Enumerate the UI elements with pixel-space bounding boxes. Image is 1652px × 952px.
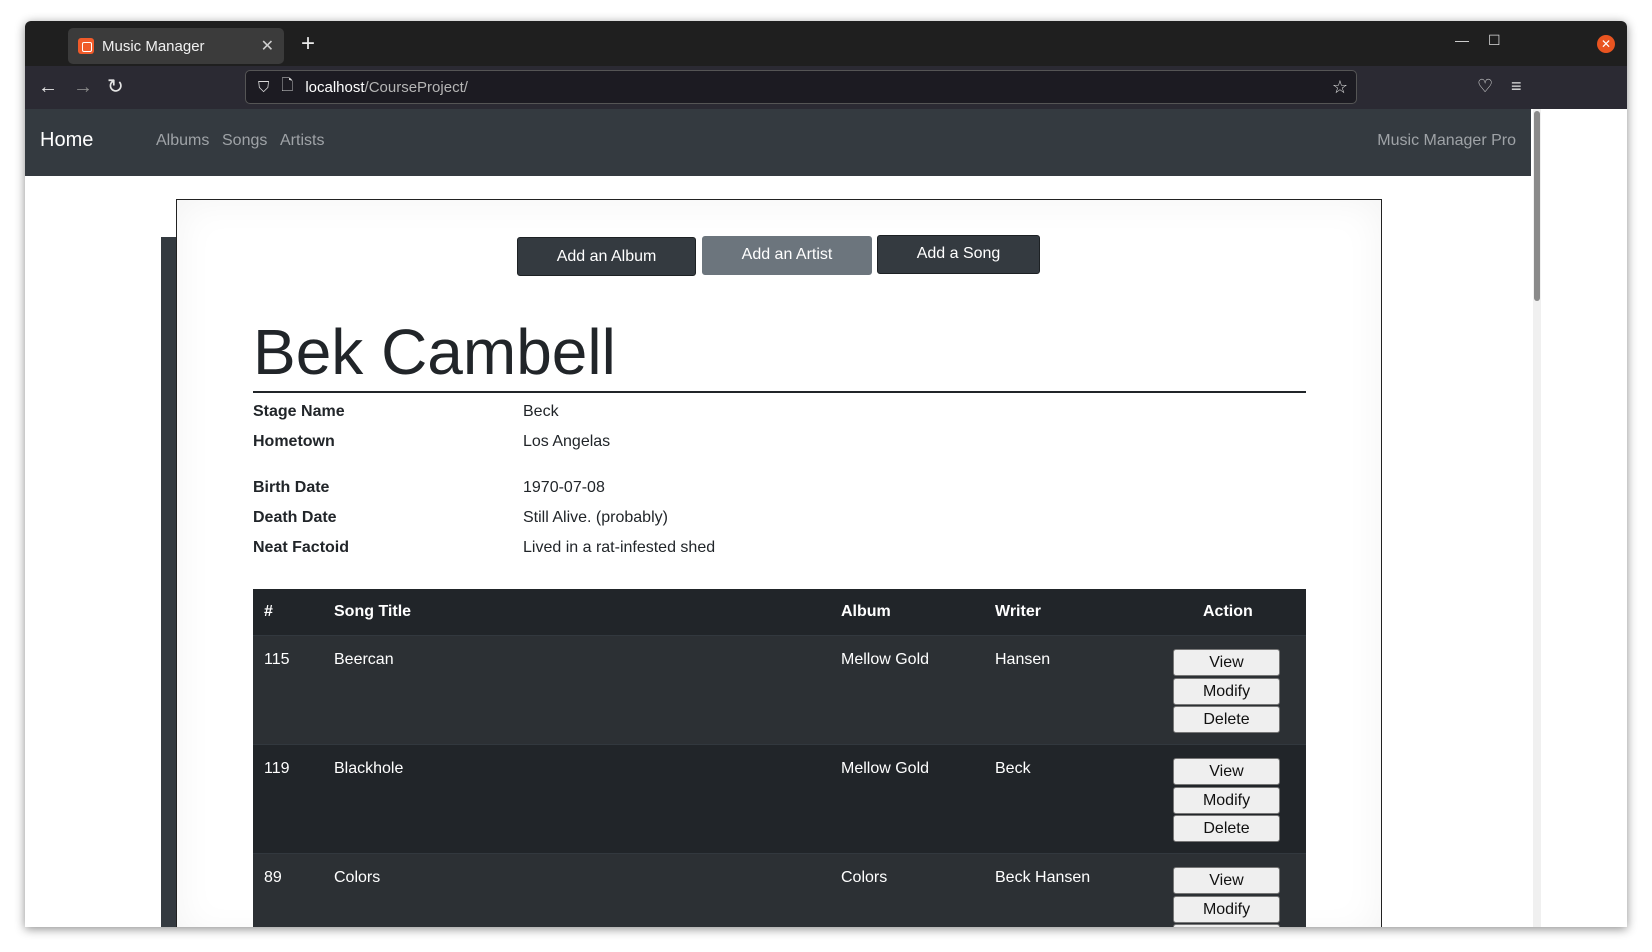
scrollbar-thumb[interactable] xyxy=(1534,111,1540,301)
song-album: Colors xyxy=(841,869,888,886)
song-album: Mellow Gold xyxy=(841,651,930,668)
header-album: Album xyxy=(841,603,891,620)
artist-name-heading: Bek Cambell xyxy=(253,316,616,388)
view-button[interactable]: View xyxy=(1173,867,1280,894)
delete-button[interactable]: Delete xyxy=(1173,924,1280,927)
song-title: Beercan xyxy=(334,651,394,668)
tab-close-icon[interactable]: ✕ xyxy=(261,36,274,56)
browser-window: Music Manager ✕ + — ☐ ✕ ← → ↻ ⛉ 🗋 localh… xyxy=(25,21,1627,927)
page-viewport: Home Albums Songs Artists Music Manager … xyxy=(25,109,1627,927)
url-host: localhost xyxy=(305,78,365,96)
add-album-button[interactable]: Add an Album xyxy=(517,237,696,276)
reload-icon[interactable]: ↻ xyxy=(107,76,124,98)
song-writer: Beck xyxy=(995,760,1031,777)
song-album: Mellow Gold xyxy=(841,760,930,777)
heading-divider xyxy=(253,391,1306,393)
table-row: 89 Colors Colors Beck Hansen View Modify… xyxy=(253,854,1306,927)
maximize-icon[interactable]: ☐ xyxy=(1488,32,1501,49)
factoid-label: Neat Factoid xyxy=(253,539,350,556)
song-id: 119 xyxy=(264,760,290,777)
death-date-value: Still Alive. (probably) xyxy=(523,509,668,526)
hometown-label: Hometown xyxy=(253,433,335,450)
stage-name-label: Stage Name xyxy=(253,403,345,420)
table-row: 115 Beercan Mellow Gold Hansen View Modi… xyxy=(253,636,1306,745)
nav-songs-link[interactable]: Songs xyxy=(222,132,267,150)
nav-app-name[interactable]: Music Manager Pro xyxy=(1377,132,1516,150)
add-song-button[interactable]: Add a Song xyxy=(877,235,1040,274)
page-icon: 🗋 xyxy=(281,76,294,94)
back-icon[interactable]: ← xyxy=(38,76,58,98)
table-row: 119 Blackhole Mellow Gold Beck View Modi… xyxy=(253,745,1306,854)
header-writer: Writer xyxy=(995,603,1041,620)
song-writer: Hansen xyxy=(995,651,1051,668)
song-title: Colors xyxy=(334,869,381,886)
song-id: 89 xyxy=(264,869,282,886)
delete-button[interactable]: Delete xyxy=(1173,706,1280,733)
pocket-icon[interactable]: ♡ xyxy=(1477,76,1493,97)
modify-button[interactable]: Modify xyxy=(1173,787,1280,814)
song-title: Blackhole xyxy=(334,760,404,777)
header-action: Action xyxy=(1203,603,1253,620)
modify-button[interactable]: Modify xyxy=(1173,678,1280,705)
browser-toolbar: ← → ↻ ⛉ 🗋 localhost/CourseProject/ ☆ ♡ ≡ xyxy=(25,66,1627,109)
nav-home-link[interactable]: Home xyxy=(40,129,93,152)
birth-date-label: Birth Date xyxy=(253,479,330,496)
bookmark-star-icon[interactable]: ☆ xyxy=(1332,77,1348,98)
side-accent-bar xyxy=(161,237,177,927)
app-favicon-icon xyxy=(78,38,94,54)
nav-artists-link[interactable]: Artists xyxy=(280,132,324,150)
browser-tab[interactable]: Music Manager ✕ xyxy=(68,28,284,64)
url-path: /CourseProject/ xyxy=(364,78,468,96)
shield-icon[interactable]: ⛉ xyxy=(258,79,269,96)
death-date-label: Death Date xyxy=(253,509,337,526)
hometown-value: Los Angelas xyxy=(523,433,611,450)
nav-albums-link[interactable]: Albums xyxy=(156,132,209,150)
stage-name-value: Beck xyxy=(523,403,559,420)
menu-icon[interactable]: ≡ xyxy=(1511,76,1522,97)
add-artist-button[interactable]: Add an Artist xyxy=(702,236,872,275)
tab-strip: Music Manager ✕ + — ☐ ✕ xyxy=(25,21,1627,66)
birth-date-value: 1970-07-08 xyxy=(523,479,605,496)
minimize-icon[interactable]: — xyxy=(1455,32,1469,48)
header-number: # xyxy=(264,603,273,620)
modify-button[interactable]: Modify xyxy=(1173,896,1280,923)
table-header: # Song Title Album Writer Action xyxy=(253,589,1306,636)
window-close-icon[interactable]: ✕ xyxy=(1597,35,1615,53)
artist-card: Add an Album Add an Artist Add a Song Be… xyxy=(176,199,1382,927)
view-button[interactable]: View xyxy=(1173,758,1280,785)
url-bar[interactable]: ⛉ 🗋 localhost/CourseProject/ ☆ xyxy=(245,70,1357,104)
delete-button[interactable]: Delete xyxy=(1173,815,1280,842)
forward-icon[interactable]: → xyxy=(73,76,93,98)
song-writer: Beck Hansen xyxy=(995,869,1091,886)
header-song-title: Song Title xyxy=(334,603,412,620)
factoid-value: Lived in a rat-infested shed xyxy=(523,539,716,556)
tab-title: Music Manager xyxy=(102,37,205,55)
songs-table: # Song Title Album Writer Action 115 Bee… xyxy=(253,589,1306,927)
site-navbar: Home Albums Songs Artists Music Manager … xyxy=(25,109,1531,176)
new-tab-icon[interactable]: + xyxy=(301,29,315,59)
song-id: 115 xyxy=(264,651,290,668)
view-button[interactable]: View xyxy=(1173,649,1280,676)
